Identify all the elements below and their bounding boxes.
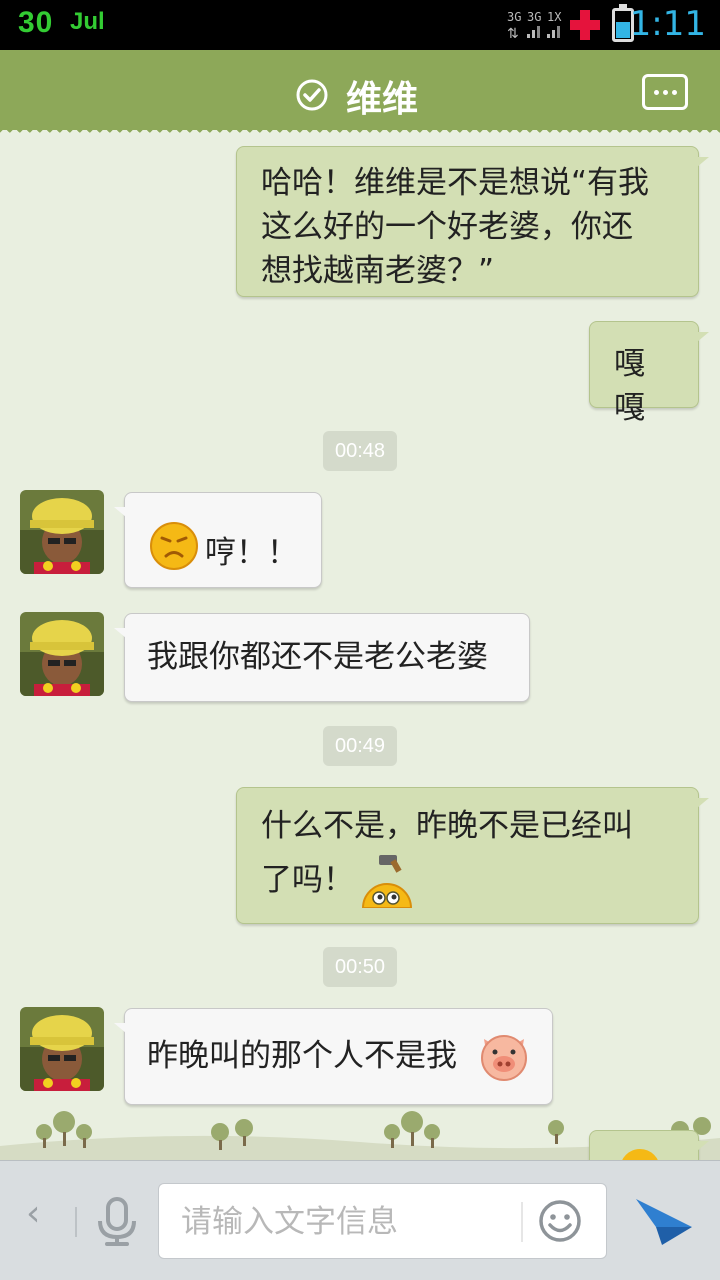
paper-plane-icon[interactable] [634, 1193, 694, 1249]
svg-text:3G: 3G [527, 10, 541, 24]
message-line: 什么不是，昨晚不是已经叫 [261, 808, 633, 844]
contact-photo-icon [20, 490, 104, 574]
contact-photo-icon [20, 612, 104, 696]
message-line: 想找越南老婆？” [261, 253, 495, 289]
timestamp: 00:48 [323, 431, 397, 471]
hammer-face-icon [361, 855, 413, 908]
message-text: 嘎嘎 [614, 346, 645, 426]
avatar[interactable] [20, 1007, 104, 1091]
smiley-icon[interactable] [537, 1198, 583, 1244]
timestamp: 00:49 [323, 726, 397, 766]
status-bar: 30 Jul 3G 3G 1X ⇅ 1:11 [0, 0, 720, 50]
chevron-left-icon[interactable]: ‹ [26, 1193, 40, 1234]
divider [521, 1202, 523, 1242]
avatar[interactable] [20, 490, 104, 574]
check-circle-icon [296, 79, 328, 111]
message-line: 哈哈！维维是不是想说“有我 [261, 165, 650, 201]
contact-photo-icon [20, 1007, 104, 1091]
message-bubble-received[interactable]: 我跟你都还不是老公老婆 [114, 613, 530, 702]
svg-text:3G: 3G [507, 10, 521, 24]
message-bubble-sent[interactable]: 嘎嘎 [589, 321, 709, 426]
status-date-day: 30 [18, 6, 54, 39]
status-time: 1:11 [629, 4, 706, 44]
status-date-month: Jul [70, 8, 105, 35]
message-text: 哼！！ [205, 535, 298, 571]
message-input[interactable] [181, 1202, 511, 1242]
input-bar: ‹ [0, 1160, 720, 1280]
message-bubble-sent[interactable]: 什么不是，昨晚不是已经叫 了吗！ [236, 787, 709, 924]
more-options-button[interactable] [642, 74, 688, 110]
svg-text:1X: 1X [547, 10, 562, 24]
network-signal-icon: 3G 3G 1X ⇅ [507, 10, 562, 42]
health-cross-icon [570, 10, 600, 40]
divider [75, 1207, 77, 1237]
message-bubble-received[interactable]: 昨晚叫的那个人不是我 [114, 1008, 553, 1105]
message-line: 了吗！ [261, 862, 354, 898]
message-text: 昨晚叫的那个人不是我 [147, 1038, 457, 1074]
contact-name: 维维 [346, 79, 419, 120]
header-zigzag-edge [0, 128, 720, 138]
message-bubble-sent[interactable]: 哈哈！维维是不是想说“有我 这么好的一个好老婆，你还 想找越南老婆？” [236, 146, 709, 297]
message-input-box[interactable] [158, 1183, 607, 1259]
pig-face-icon [481, 1035, 527, 1081]
svg-text:⇅: ⇅ [507, 26, 519, 42]
timestamp: 00:50 [323, 947, 397, 987]
message-line: 这么好的一个好老婆，你还 [261, 209, 633, 245]
microphone-icon[interactable] [96, 1197, 138, 1247]
more-dots-icon [654, 90, 659, 95]
message-text: 我跟你都还不是老公老婆 [147, 639, 488, 675]
message-bubble-received[interactable]: 哼！！ [114, 492, 322, 588]
avatar[interactable] [20, 612, 104, 696]
frown-face-icon [150, 522, 198, 570]
